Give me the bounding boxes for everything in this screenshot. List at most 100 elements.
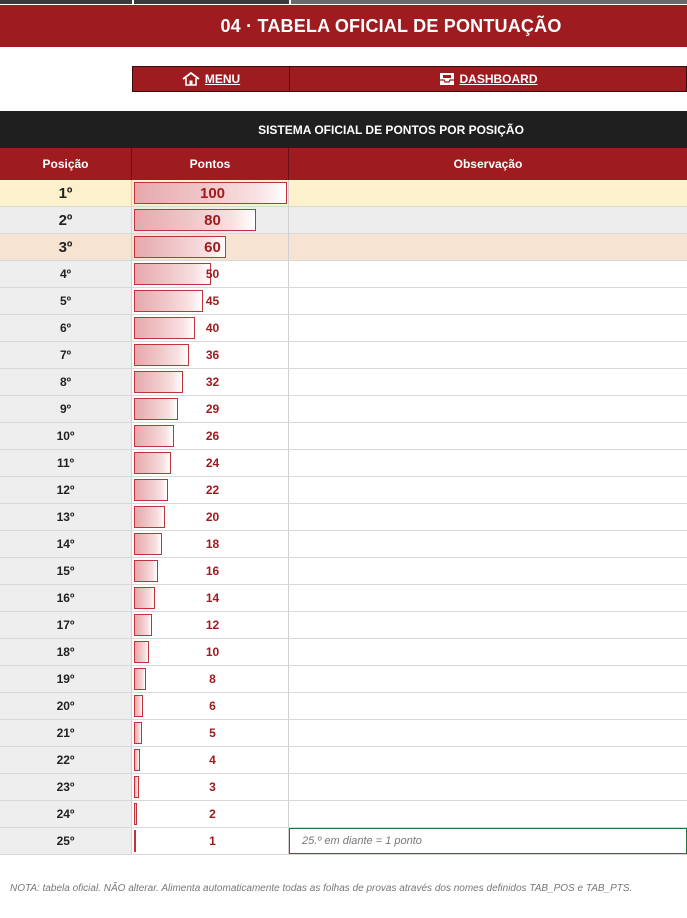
table-row: 24º 2 — [0, 801, 687, 828]
dashboard-button[interactable]: DASHBOARD — [289, 66, 687, 92]
table-row: 7º 36 — [0, 342, 687, 369]
points-cell[interactable]: 5 — [132, 720, 289, 746]
points-value: 24 — [205, 456, 220, 470]
points-cell[interactable]: 3 — [132, 774, 289, 800]
observation-cell[interactable] — [289, 612, 687, 638]
points-cell[interactable]: 50 — [132, 261, 289, 287]
observation-cell[interactable] — [289, 315, 687, 341]
points-value: 50 — [205, 267, 220, 281]
table-row: 19º 8 — [0, 666, 687, 693]
observation-cell[interactable] — [289, 585, 687, 611]
observation-cell[interactable] — [289, 477, 687, 503]
points-cell[interactable]: 40 — [132, 315, 289, 341]
points-value: 1 — [209, 834, 216, 848]
position-cell[interactable]: 21º — [0, 720, 132, 746]
points-cell[interactable]: 16 — [132, 558, 289, 584]
position-cell[interactable]: 5º — [0, 288, 132, 314]
points-value: 32 — [205, 375, 220, 389]
position-cell[interactable]: 3º — [0, 234, 132, 260]
position-cell[interactable]: 8º — [0, 369, 132, 395]
observation-cell[interactable] — [289, 720, 687, 746]
position-cell[interactable]: 19º — [0, 666, 132, 692]
observation-cell[interactable] — [289, 396, 687, 422]
points-cell[interactable]: 4 — [132, 747, 289, 773]
position-cell[interactable]: 14º — [0, 531, 132, 557]
observation-cell[interactable] — [289, 504, 687, 530]
position-cell[interactable]: 25º — [0, 828, 132, 854]
position-cell[interactable]: 23º — [0, 774, 132, 800]
points-cell[interactable]: 32 — [132, 369, 289, 395]
observation-cell[interactable]: 25.º em diante = 1 ponto — [289, 828, 687, 854]
table-row: 10º 26 — [0, 423, 687, 450]
position-cell[interactable]: 15º — [0, 558, 132, 584]
table-row: 20º 6 — [0, 693, 687, 720]
table-row: 14º 18 — [0, 531, 687, 558]
points-value: 8 — [209, 672, 216, 686]
points-cell[interactable]: 20 — [132, 504, 289, 530]
points-value: 3 — [209, 780, 216, 794]
position-cell[interactable]: 11º — [0, 450, 132, 476]
observation-cell[interactable] — [289, 288, 687, 314]
table-row: 8º 32 — [0, 369, 687, 396]
position-cell[interactable]: 18º — [0, 639, 132, 665]
table-row: 2º 80 — [0, 207, 687, 234]
points-cell[interactable]: 29 — [132, 396, 289, 422]
points-cell[interactable]: 10 — [132, 639, 289, 665]
observation-cell[interactable] — [289, 774, 687, 800]
points-cell[interactable]: 14 — [132, 585, 289, 611]
position-cell[interactable]: 2º — [0, 207, 132, 233]
position-cell[interactable]: 12º — [0, 477, 132, 503]
position-cell[interactable]: 6º — [0, 315, 132, 341]
observation-cell[interactable] — [289, 342, 687, 368]
points-cell[interactable]: 100 — [132, 180, 289, 206]
table-row: 11º 24 — [0, 450, 687, 477]
table-row: 18º 10 — [0, 639, 687, 666]
menu-button[interactable]: MENU — [132, 66, 290, 92]
points-cell[interactable]: 1 — [132, 828, 289, 854]
points-value: 4 — [209, 753, 216, 767]
points-value: 40 — [205, 321, 220, 335]
observation-cell[interactable] — [289, 558, 687, 584]
points-value: 36 — [205, 348, 220, 362]
position-cell[interactable]: 10º — [0, 423, 132, 449]
observation-cell[interactable] — [289, 180, 687, 206]
position-cell[interactable]: 13º — [0, 504, 132, 530]
position-cell[interactable]: 20º — [0, 693, 132, 719]
table-row: 16º 14 — [0, 585, 687, 612]
position-cell[interactable]: 22º — [0, 747, 132, 773]
observation-cell[interactable] — [289, 693, 687, 719]
position-cell[interactable]: 16º — [0, 585, 132, 611]
points-cell[interactable]: 8 — [132, 666, 289, 692]
points-cell[interactable]: 6 — [132, 693, 289, 719]
section-title: SISTEMA OFICIAL DE PONTOS POR POSIÇÃO — [0, 111, 687, 148]
position-cell[interactable]: 4º — [0, 261, 132, 287]
points-cell[interactable]: 22 — [132, 477, 289, 503]
points-cell[interactable]: 80 — [132, 207, 289, 233]
observation-cell[interactable] — [289, 207, 687, 233]
points-cell[interactable]: 2 — [132, 801, 289, 827]
points-cell[interactable]: 45 — [132, 288, 289, 314]
points-cell[interactable]: 36 — [132, 342, 289, 368]
position-cell[interactable]: 24º — [0, 801, 132, 827]
observation-cell[interactable] — [289, 801, 687, 827]
table-row: 23º 3 — [0, 774, 687, 801]
points-cell[interactable]: 18 — [132, 531, 289, 557]
position-cell[interactable]: 1º — [0, 180, 132, 206]
position-cell[interactable]: 7º — [0, 342, 132, 368]
observation-cell[interactable] — [289, 261, 687, 287]
points-value: 10 — [205, 645, 220, 659]
points-cell[interactable]: 24 — [132, 450, 289, 476]
observation-cell[interactable] — [289, 234, 687, 260]
position-cell[interactable]: 17º — [0, 612, 132, 638]
points-cell[interactable]: 12 — [132, 612, 289, 638]
position-cell[interactable]: 9º — [0, 396, 132, 422]
observation-cell[interactable] — [289, 531, 687, 557]
observation-cell[interactable] — [289, 639, 687, 665]
observation-cell[interactable] — [289, 666, 687, 692]
observation-cell[interactable] — [289, 450, 687, 476]
observation-cell[interactable] — [289, 423, 687, 449]
observation-cell[interactable] — [289, 369, 687, 395]
observation-cell[interactable] — [289, 747, 687, 773]
points-cell[interactable]: 26 — [132, 423, 289, 449]
points-cell[interactable]: 60 — [132, 234, 289, 260]
